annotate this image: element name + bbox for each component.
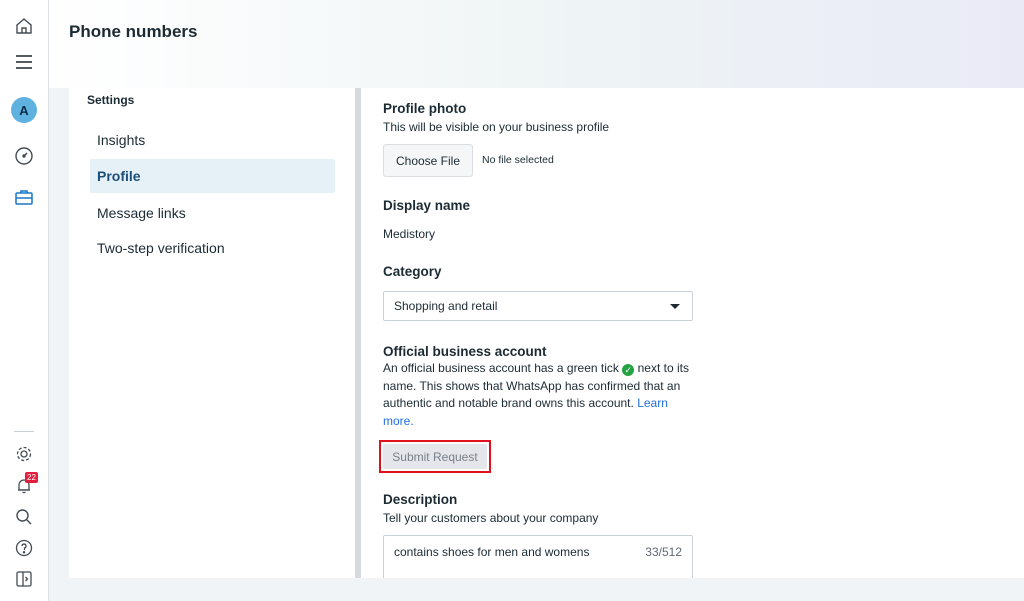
briefcase-icon[interactable] [12,185,36,209]
submit-request-button[interactable]: Submit Request [383,444,487,469]
rail-separator [14,431,34,432]
category-selected-value: Shopping and retail [394,299,498,313]
description-value: contains shoes for men and womens [394,545,590,559]
profile-form: Profile photo This will be visible on yo… [379,88,1003,578]
official-account-heading: Official business account [383,344,547,359]
submit-highlight: Submit Request [379,440,491,473]
description-textarea[interactable]: contains shoes for men and womens 33/512 [383,535,693,578]
home-icon[interactable] [12,14,36,38]
category-select[interactable]: Shopping and retail [383,291,693,321]
settings-nav: Settings Insights Profile Message links … [69,88,355,578]
content-card: Settings Insights Profile Message links … [69,88,1024,578]
menu-icon[interactable] [12,50,36,74]
avatar-initial: A [19,102,29,118]
file-status: No file selected [482,154,554,166]
gear-icon[interactable] [12,442,36,466]
official-account-description: An official business account has a green… [383,360,701,430]
profile-photo-hint: This will be visible on your business pr… [383,120,610,134]
category-heading: Category [383,264,442,279]
display-name-value: Medistory [383,227,436,241]
settings-item-two-step-verification[interactable]: Two-step verification [90,231,335,265]
search-icon[interactable] [12,505,36,529]
character-counter: 33/512 [645,545,682,559]
page-title: Phone numbers [69,22,198,41]
choose-file-button[interactable]: Choose File [383,144,473,177]
settings-title: Settings [87,93,135,107]
gauge-icon[interactable] [12,144,36,168]
green-tick-icon: ✓ [622,364,635,376]
settings-item-insights[interactable]: Insights [90,123,335,157]
description-hint: Tell your customers about your company [383,511,599,525]
page-header: Phone numbers [49,0,1024,88]
notification-badge: 22 [25,472,38,483]
settings-item-profile[interactable]: Profile [90,159,335,193]
left-rail: A 22 [0,0,49,601]
description-heading: Description [383,492,458,507]
profile-photo-heading: Profile photo [383,101,467,116]
avatar[interactable]: A [11,97,37,123]
display-name-heading: Display name [383,198,471,213]
sidebar-toggle-icon[interactable] [12,567,36,591]
caret-down-icon [670,304,680,309]
official-text-part-1: An official business account has a green… [383,361,619,375]
help-icon[interactable] [12,536,36,560]
panel-divider[interactable] [355,88,361,578]
settings-item-message-links[interactable]: Message links [90,196,335,230]
